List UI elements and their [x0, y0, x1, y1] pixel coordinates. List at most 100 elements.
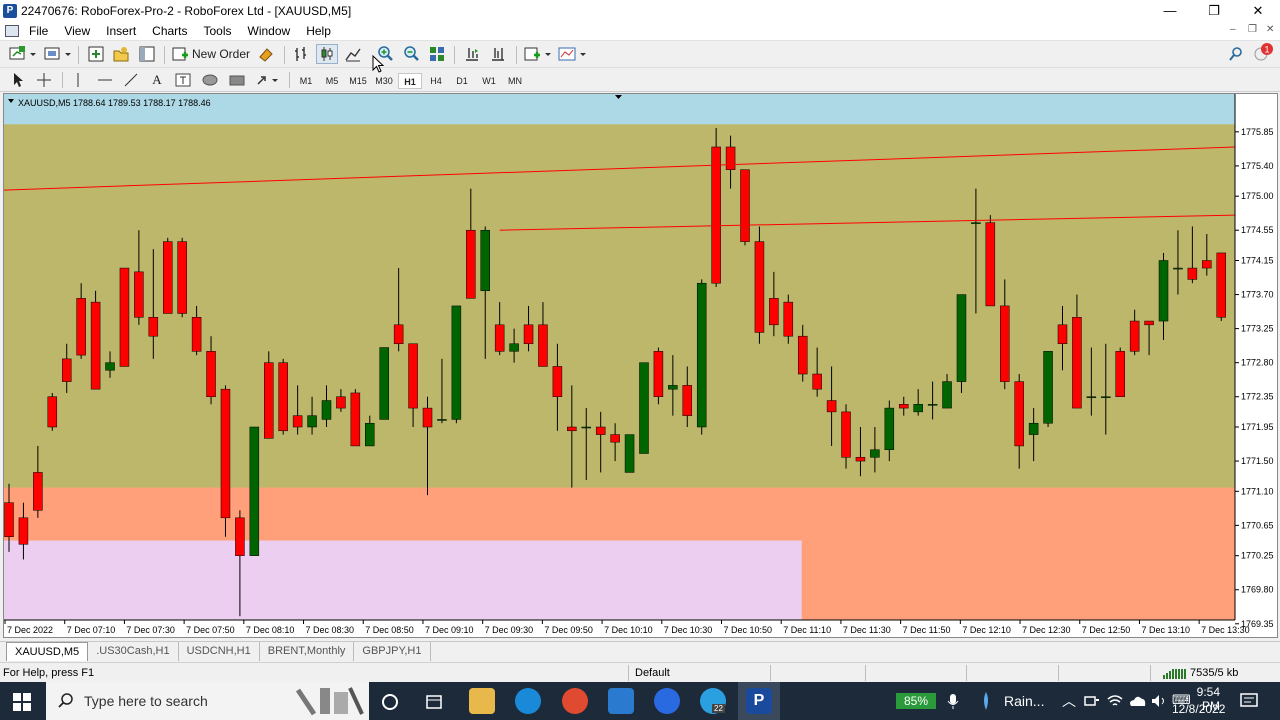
- bear-candle: [1014, 381, 1024, 447]
- menu-help[interactable]: Help: [298, 24, 339, 38]
- action-center-icon[interactable]: [1240, 693, 1258, 709]
- close-button[interactable]: ✕: [1236, 0, 1280, 21]
- weather-icon[interactable]: [980, 691, 992, 711]
- bear-candle: [653, 351, 664, 397]
- menu-bar: File View Insert Charts Tools Window Hel…: [0, 21, 1280, 41]
- bear-candle: [1129, 320, 1140, 352]
- auto-scroll-icon[interactable]: [461, 44, 483, 64]
- price-chart[interactable]: 1775.85 1775.40 1775.00 1774.55 1774.15 1773.…: [4, 94, 1277, 637]
- chart-shift-icon[interactable]: [487, 44, 509, 64]
- text-label-icon[interactable]: [173, 70, 193, 90]
- volume-icon[interactable]: [1150, 694, 1168, 708]
- timeframe-mn[interactable]: MN: [503, 73, 527, 89]
- bear-candle: [826, 400, 837, 413]
- zoom-out-icon[interactable]: [400, 44, 422, 64]
- bear-candle: [422, 407, 433, 428]
- text-tool-icon[interactable]: A: [147, 70, 167, 90]
- timeframe-d1[interactable]: D1: [450, 73, 474, 89]
- tab-usdcnh-h1[interactable]: USDCNH,H1: [179, 642, 260, 661]
- new-chart-icon[interactable]: [7, 44, 37, 64]
- ellipse-icon[interactable]: [199, 70, 221, 90]
- new-order-button[interactable]: New Order: [171, 44, 253, 64]
- mail-icon[interactable]: [608, 688, 634, 714]
- menu-view[interactable]: View: [56, 24, 98, 38]
- menu-insert[interactable]: Insert: [98, 24, 144, 38]
- timeframe-m15[interactable]: M15: [346, 73, 370, 89]
- timeframe-w1[interactable]: W1: [477, 73, 501, 89]
- arrows-icon[interactable]: [254, 70, 282, 90]
- market-watch-icon[interactable]: [85, 44, 107, 64]
- horizontal-line-icon[interactable]: [95, 70, 115, 90]
- candlestick-chart-icon[interactable]: [316, 44, 338, 64]
- rectangle-icon[interactable]: [226, 70, 248, 90]
- mdi-close-icon[interactable]: ✕: [1266, 24, 1274, 35]
- menu-charts[interactable]: Charts: [144, 24, 195, 38]
- cortana-icon[interactable]: [380, 692, 400, 712]
- drawing-toolbar: A: [0, 68, 1280, 92]
- document-icon[interactable]: [5, 24, 19, 37]
- chart-window[interactable]: 1775.85 1775.40 1775.00 1774.55 1774.15 1773.…: [3, 93, 1278, 638]
- restore-button[interactable]: ❐: [1192, 0, 1236, 21]
- bar-chart-icon[interactable]: [290, 44, 312, 64]
- tab-xauusd-m5[interactable]: XAUUSD,M5: [6, 642, 89, 661]
- chrome-icon[interactable]: [562, 688, 588, 714]
- autotrading-icon[interactable]: [255, 44, 277, 64]
- windows-start-icon[interactable]: [13, 693, 31, 711]
- mdi-minimize-icon[interactable]: –: [1230, 24, 1236, 35]
- time-tick-label: 7 Dec 09:30: [485, 625, 534, 635]
- terminal-icon[interactable]: [136, 44, 158, 64]
- bull-candle: [956, 294, 967, 382]
- profiles-icon[interactable]: [42, 44, 72, 64]
- mouse-pointer-icon: [372, 55, 385, 73]
- price-tick-label: 1774.15: [1241, 256, 1274, 266]
- show-hidden-icons-icon[interactable]: ︿: [1062, 691, 1076, 711]
- menu-window[interactable]: Window: [240, 24, 299, 38]
- bear-candle: [783, 301, 794, 337]
- zoom-icon[interactable]: [654, 688, 680, 714]
- bull-candle: [1158, 260, 1169, 322]
- indicators-icon[interactable]: [522, 44, 552, 64]
- edge-icon[interactable]: [515, 688, 541, 714]
- price-tick-label: 1770.25: [1241, 551, 1274, 561]
- time-tick-label: 7 Dec 09:10: [425, 625, 474, 635]
- tab-gbpjpy-h1[interactable]: GBPJPY,H1: [354, 642, 431, 661]
- tile-windows-icon[interactable]: [426, 44, 448, 64]
- bear-candle: [90, 301, 101, 390]
- network-icon[interactable]: [1084, 694, 1100, 708]
- search-icon[interactable]: [1226, 44, 1246, 64]
- line-chart-icon[interactable]: [342, 44, 364, 64]
- mdi-restore-icon[interactable]: ❐: [1248, 24, 1257, 35]
- onedrive-icon[interactable]: [1128, 694, 1146, 708]
- minimize-button[interactable]: —: [1148, 0, 1192, 21]
- timeframe-m5[interactable]: M5: [320, 73, 344, 89]
- tab-brent-monthly[interactable]: BRENT,Monthly: [260, 642, 355, 661]
- time-tick-label: 7 Dec 07:30: [126, 625, 175, 635]
- bull-candle: [624, 434, 635, 473]
- bear-candle: [769, 298, 779, 326]
- menu-file[interactable]: File: [21, 24, 56, 38]
- microphone-icon[interactable]: [946, 693, 960, 709]
- clock-date[interactable]: 12/8/2022: [1172, 702, 1225, 716]
- navigator-icon[interactable]: [110, 44, 132, 64]
- timeframe-h1[interactable]: H1: [398, 73, 422, 89]
- taskbar-search[interactable]: Type here to search: [46, 682, 369, 720]
- templates-icon[interactable]: [556, 44, 588, 64]
- bear-candle: [177, 241, 187, 314]
- vertical-line-icon[interactable]: [68, 70, 88, 90]
- task-view-icon[interactable]: [424, 692, 444, 712]
- tab-us30cash-h1[interactable]: .US30Cash,H1: [88, 642, 179, 661]
- trendline-icon[interactable]: [121, 70, 141, 90]
- menu-tools[interactable]: Tools: [196, 24, 240, 38]
- weather-text[interactable]: Rain...: [1004, 693, 1044, 709]
- cursor-icon[interactable]: [8, 70, 28, 90]
- timeframe-m1[interactable]: M1: [294, 73, 318, 89]
- battery-percent[interactable]: 85%: [896, 693, 936, 709]
- timeframe-m30[interactable]: M30: [372, 73, 396, 89]
- crosshair-icon[interactable]: [34, 70, 54, 90]
- bear-candle: [552, 366, 563, 397]
- wifi-icon[interactable]: [1106, 694, 1124, 708]
- notifications-icon[interactable]: 1: [1252, 42, 1276, 62]
- timeframe-h4[interactable]: H4: [424, 73, 448, 89]
- bear-candle: [898, 404, 909, 409]
- file-explorer-icon[interactable]: [469, 688, 495, 714]
